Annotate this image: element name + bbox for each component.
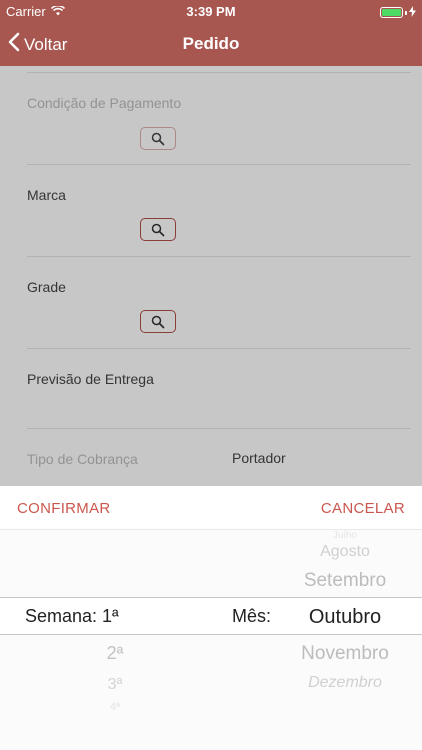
week-label: Semana: 1ª [25,606,119,626]
week-option[interactable]: 3ª [60,676,170,694]
month-option[interactable]: Julho [290,530,400,541]
dim-overlay[interactable] [0,66,422,486]
app-header: Carrier 3:39 PM Voltar Pedido [0,0,422,66]
month-option[interactable]: Dezembro [290,674,400,692]
month-selected[interactable]: Outubro [290,606,400,629]
battery-icon [380,7,403,18]
week-option[interactable]: 2ª [60,643,170,664]
week-option[interactable]: 4ª [60,701,170,713]
page-title: Pedido [182,34,240,53]
month-option[interactable]: Setembro [290,570,400,592]
navigation-bar: Voltar Pedido [0,22,422,66]
status-time: 3:39 PM [186,4,236,19]
week-month-picker[interactable]: Semana: 1ª Mês: 2ª 3ª 4ª Julho Agosto Se… [0,530,422,750]
month-label: Mês: [232,606,272,626]
confirm-button[interactable]: CONFIRMAR [17,500,111,517]
picker-sheet: CONFIRMAR CANCELAR Semana: 1ª Mês: 2ª 3ª… [0,486,422,750]
charging-bolt-icon [409,5,416,20]
cancel-button[interactable]: CANCELAR [321,500,405,517]
month-option[interactable]: Agosto [290,543,400,561]
month-option[interactable]: Novembro [290,643,400,665]
picker-toolbar: CONFIRMAR CANCELAR [0,486,422,530]
status-bar: Carrier 3:39 PM [0,0,422,22]
